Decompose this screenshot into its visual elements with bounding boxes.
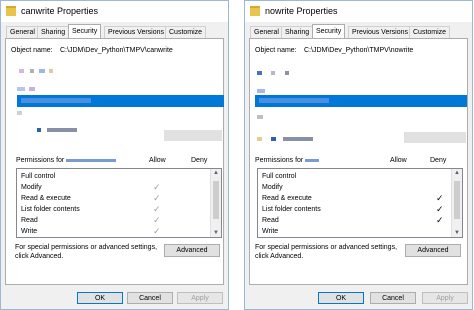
permissions-for-label: Permissions for: [16, 157, 117, 164]
redacted-group-name: [21, 98, 91, 103]
tab-sharing[interactable]: Sharing: [281, 26, 314, 38]
tab-general[interactable]: General: [250, 26, 283, 38]
permission-row: Write: [262, 228, 279, 235]
edit-button-redacted[interactable]: [164, 130, 222, 141]
redacted-group-name: [37, 128, 41, 132]
allow-check-icon[interactable]: ✓: [153, 226, 161, 237]
special-permissions-text: For special permissions or advanced sett…: [255, 244, 398, 260]
allow-column-header: Allow: [390, 157, 407, 164]
redacted-group-name: [285, 71, 289, 75]
scroll-thumb[interactable]: [213, 181, 219, 219]
advanced-button[interactable]: Advanced: [164, 244, 220, 257]
object-name-row: Object name: C:\JDM\Dev_Python\TMPV\nowri…: [255, 47, 413, 54]
deny-column-header: Deny: [191, 157, 208, 164]
redacted-group-name: [19, 69, 24, 73]
apply-button[interactable]: Apply: [177, 292, 223, 304]
redacted-group-name: [29, 87, 35, 91]
deny-column-header: Deny: [430, 157, 447, 164]
allow-column-header: Allow: [149, 157, 166, 164]
redacted-group-name: [257, 137, 262, 141]
permissions-list[interactable]: ▲ ▼ Full control Modify Read & execute ✓ Lis…: [257, 168, 463, 238]
allow-check-icon[interactable]: ✓: [153, 182, 161, 193]
object-path: C:\JDM\Dev_Python\TMPV\canwrite: [60, 47, 173, 54]
tab-customize[interactable]: Customize: [409, 26, 451, 38]
cancel-button[interactable]: Cancel: [127, 292, 173, 304]
tab-general[interactable]: General: [6, 26, 39, 38]
scrollbar[interactable]: ▲ ▼: [451, 169, 462, 237]
canwrite-properties-dialog: canwrite Properties General Sharing Secu…: [0, 0, 229, 310]
folder-icon: [6, 6, 16, 16]
redacted-group-name: [271, 137, 276, 141]
object-path: C:\JDM\Dev_Python\TMPV\nowrite: [304, 47, 414, 54]
deny-check-icon[interactable]: ✓: [436, 204, 444, 215]
redacted-group-name: [257, 71, 262, 75]
deny-check-icon[interactable]: ✓: [436, 215, 444, 226]
redacted-group-name: [17, 87, 25, 91]
redacted-group-name: [30, 69, 34, 73]
object-name-row: Object name: C:\JDM\Dev_Python\TMPV\canwr…: [11, 47, 173, 54]
redacted-group-name: [257, 115, 263, 119]
tab-previous-versions[interactable]: Previous Versions: [348, 26, 413, 38]
redacted-group-name: [271, 71, 275, 75]
window-title: nowrite Properties: [265, 6, 338, 16]
scrollbar[interactable]: ▲ ▼: [210, 169, 221, 237]
permissions-list[interactable]: ▲ ▼ Full control Modify ✓ Read & execute ✓ Li…: [16, 168, 222, 238]
permission-row: Read: [21, 217, 38, 224]
redacted-group-name: [47, 128, 77, 132]
object-name-label: Object name:: [255, 47, 297, 54]
window-title: canwrite Properties: [21, 6, 99, 16]
redacted-group-name: [259, 98, 329, 103]
object-name-label: Object name:: [11, 47, 53, 54]
apply-button[interactable]: Apply: [422, 292, 468, 304]
scroll-down-icon[interactable]: ▼: [213, 230, 219, 236]
title-bar[interactable]: nowrite Properties: [245, 1, 472, 22]
advanced-button[interactable]: Advanced: [405, 244, 461, 257]
redacted-group-name: [283, 137, 313, 141]
nowrite-properties-dialog: nowrite Properties General Sharing Secur…: [244, 0, 473, 310]
tab-previous-versions[interactable]: Previous Versions: [104, 26, 169, 38]
allow-check-icon[interactable]: ✓: [153, 193, 161, 204]
deny-check-icon[interactable]: ✓: [436, 193, 444, 204]
tab-sharing[interactable]: Sharing: [37, 26, 70, 38]
permission-row: List folder contents: [21, 206, 80, 213]
redacted-group-name: [17, 111, 22, 115]
permission-row: List folder contents: [262, 206, 321, 213]
permission-row: Full control: [21, 173, 56, 180]
permissions-for-label: Permissions for: [255, 157, 320, 164]
permission-row: Modify: [262, 184, 283, 191]
ok-button[interactable]: OK: [318, 292, 364, 304]
permission-row: Full control: [262, 173, 297, 180]
cancel-button[interactable]: Cancel: [370, 292, 416, 304]
ok-button[interactable]: OK: [77, 292, 123, 304]
allow-check-icon[interactable]: ✓: [153, 204, 161, 215]
scroll-thumb[interactable]: [454, 181, 460, 219]
permission-row: Read: [262, 217, 279, 224]
allow-check-icon[interactable]: ✓: [153, 215, 161, 226]
permission-row: Read & execute: [21, 195, 71, 202]
redacted-group-name: [39, 69, 45, 73]
scroll-down-icon[interactable]: ▼: [454, 230, 460, 236]
redacted-group-name: [49, 69, 53, 73]
redacted-group-name: [257, 89, 265, 93]
tab-customize[interactable]: Customize: [165, 26, 207, 38]
special-permissions-text: For special permissions or advanced sett…: [15, 244, 158, 260]
tab-security[interactable]: Security: [312, 24, 346, 38]
scroll-up-icon[interactable]: ▲: [213, 170, 219, 176]
permission-row: Write: [21, 228, 38, 235]
scroll-up-icon[interactable]: ▲: [454, 170, 460, 176]
tab-security[interactable]: Security: [68, 24, 102, 38]
edit-button-redacted[interactable]: [404, 132, 466, 143]
permission-row: Modify: [21, 184, 42, 191]
title-bar[interactable]: canwrite Properties: [1, 1, 228, 22]
permission-row: Read & execute: [262, 195, 312, 202]
folder-icon: [250, 6, 260, 16]
